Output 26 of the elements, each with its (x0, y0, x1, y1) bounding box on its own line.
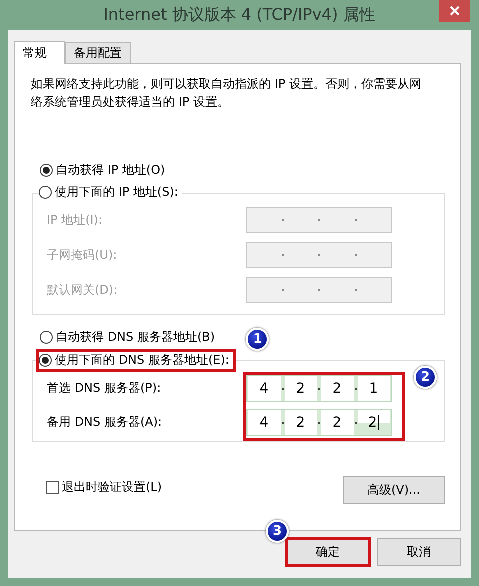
field-label: 备用 DNS 服务器(A): (47, 414, 164, 431)
radio-button[interactable] (39, 354, 52, 367)
radio-button[interactable] (40, 164, 53, 177)
tab[interactable]: 备用配置 (65, 42, 131, 63)
dialog-button[interactable]: 确定 (288, 540, 368, 564)
field-label: 首选 DNS 服务器(P): (47, 380, 162, 397)
step-badge: 2 (414, 366, 437, 389)
checkbox-option[interactable]: 退出时验证设置(L) (46, 478, 162, 496)
step-badge: 3 (266, 520, 289, 543)
ip-address-field[interactable]: 4 2 2 1 (246, 375, 392, 402)
field-label: 子网掩码(U): (47, 246, 118, 264)
window-title: Internet 协议版本 4 (TCP/IPv4) 属性 (104, 4, 376, 26)
step-badge: 1 (246, 328, 270, 351)
checkbox[interactable] (46, 480, 59, 494)
field-label: 默认网关(D): (47, 282, 119, 298)
description-text: 如果网络支持此功能，则可以获取自动指派的 IP 设置。否则，你需要从网络系统管理员处获得适当的 IP 设置。 (31, 76, 422, 111)
text-cursor (378, 415, 380, 430)
radio-button[interactable] (40, 331, 53, 344)
close-icon (450, 6, 460, 16)
dialog-button[interactable]: 取消 (377, 538, 461, 566)
tab[interactable]: 常规 (14, 41, 65, 64)
ip-address-field[interactable]: 4 2 2 2 (246, 409, 392, 436)
radio-button[interactable] (39, 186, 52, 199)
field-label: IP 地址(I): (47, 212, 104, 228)
close-button[interactable] (439, 0, 470, 22)
advanced-button[interactable]: 高级(V)... (343, 476, 445, 504)
